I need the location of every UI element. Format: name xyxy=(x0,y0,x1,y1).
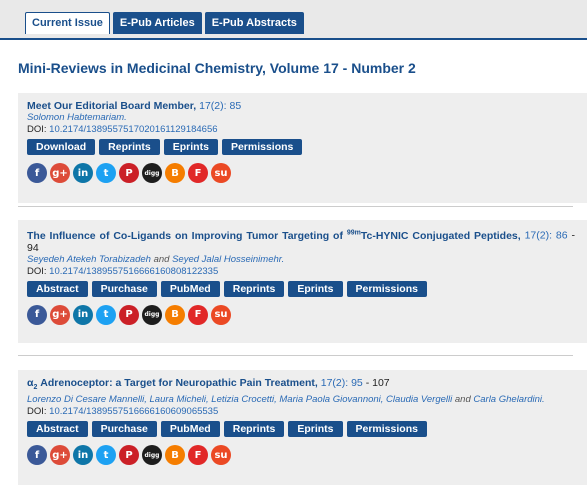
permissions-button[interactable]: Permissions xyxy=(221,139,303,155)
article-authors: Seyedeh Atekeh Torabizadeh and Seyed Jal… xyxy=(27,254,575,266)
author-conjunction: and xyxy=(150,253,173,265)
pinterest-icon[interactable]: P xyxy=(119,304,139,325)
facebook-icon[interactable]: f xyxy=(27,163,47,183)
author-link[interactable]: Carla Ghelardini. xyxy=(473,394,544,405)
article-title-text[interactable]: α2 Adrenoceptor: a Target for Neuropathi… xyxy=(27,377,318,391)
article-volume[interactable]: 17(2): xyxy=(199,100,226,112)
blogger-icon[interactable]: B xyxy=(165,163,185,183)
tab-epub-abstracts[interactable]: E-Pub Abstracts xyxy=(204,12,304,34)
social-share-bar: f g+ in t Pdigg B Fsu xyxy=(27,445,587,466)
tab-current-issue[interactable]: Current Issue xyxy=(25,12,110,34)
tab-bar: Current Issue E-Pub Articles E-Pub Abstr… xyxy=(25,12,304,34)
purchase-button[interactable]: Purchase xyxy=(91,421,157,438)
article-doi: DOI: 10.2174/1389557516666160808122335 xyxy=(27,266,587,278)
purchase-button[interactable]: Purchase xyxy=(91,280,157,297)
article-title: The Influence of Co-Ligands on Improving… xyxy=(27,220,575,254)
article-actions: Abstract Purchase PubMed Reprints Eprint… xyxy=(27,421,587,438)
article-volume[interactable]: 17(2): xyxy=(321,377,348,389)
article-title-text[interactable]: Meet Our Editorial Board Member, xyxy=(27,100,196,112)
doi-link[interactable]: 10.2174/1389557516666160808122335 xyxy=(49,266,218,277)
article-pages[interactable]: 86 xyxy=(556,230,568,242)
flipboard-icon[interactable]: F xyxy=(188,304,208,325)
doi-label: DOI: xyxy=(27,265,47,277)
article-card: Meet Our Editorial Board Member, 17(2): … xyxy=(18,93,587,203)
doi-link[interactable]: 10.2174/1389557516666160609065535 xyxy=(49,406,218,417)
tab-epub-articles[interactable]: E-Pub Articles xyxy=(112,12,202,34)
flipboard-icon[interactable]: F xyxy=(188,163,208,183)
article-actions: Download Reprints Eprints Permissions xyxy=(27,139,587,155)
article-title: α2 Adrenoceptor: a Target for Neuropathi… xyxy=(27,370,575,394)
digg-icon[interactable]: digg xyxy=(142,163,162,183)
blogger-icon[interactable]: B xyxy=(165,304,185,325)
permissions-button[interactable]: Permissions xyxy=(346,421,427,438)
digg-icon[interactable]: digg xyxy=(142,304,162,325)
googleplus-icon[interactable]: g+ xyxy=(50,163,70,183)
article-title: Meet Our Editorial Board Member, 17(2): … xyxy=(27,93,575,112)
article-volume[interactable]: 17(2): xyxy=(525,230,552,242)
reprints-button[interactable]: Reprints xyxy=(99,139,160,155)
linkedin-icon[interactable]: in xyxy=(73,304,93,325)
doi-link[interactable]: 10.2174/1389557517020161129184656 xyxy=(49,124,217,135)
article-doi: DOI: 10.2174/1389557517020161129184656 xyxy=(27,124,587,136)
eprints-button[interactable]: Eprints xyxy=(288,421,343,438)
reprints-button[interactable]: Reprints xyxy=(223,421,285,438)
author-link[interactable]: Seyedeh Atekeh Torabizadeh xyxy=(27,254,151,265)
issue-title: Mini-Reviews in Medicinal Chemistry, Vol… xyxy=(18,60,416,76)
divider xyxy=(18,355,573,356)
pubmed-button[interactable]: PubMed xyxy=(160,280,220,297)
googleplus-icon[interactable]: g+ xyxy=(50,445,70,466)
article-actions: Abstract Purchase PubMed Reprints Eprint… xyxy=(27,280,587,297)
facebook-icon[interactable]: f xyxy=(27,304,47,325)
divider xyxy=(18,206,573,207)
facebook-icon[interactable]: f xyxy=(27,445,47,466)
flipboard-icon[interactable]: F xyxy=(188,445,208,466)
linkedin-icon[interactable]: in xyxy=(73,445,93,466)
stumbleupon-icon[interactable]: su xyxy=(211,445,231,466)
article-pages[interactable]: 85 xyxy=(229,100,241,112)
permissions-button[interactable]: Permissions xyxy=(346,280,427,297)
reprints-button[interactable]: Reprints xyxy=(223,280,285,297)
article-pages-end: - 107 xyxy=(362,377,390,389)
twitter-icon[interactable]: t xyxy=(96,304,116,325)
doi-label: DOI: xyxy=(27,406,47,418)
author-conjunction: and xyxy=(452,394,474,406)
eprints-button[interactable]: Eprints xyxy=(163,139,218,155)
article-pages[interactable]: 95 xyxy=(351,377,363,389)
pubmed-button[interactable]: PubMed xyxy=(160,421,220,438)
abstract-button[interactable]: Abstract xyxy=(27,280,88,297)
article-authors[interactable]: Solomon Habtemariam. xyxy=(27,112,575,124)
author-link[interactable]: Seyed Jalal Hosseinimehr. xyxy=(172,254,284,265)
abstract-button[interactable]: Abstract xyxy=(27,421,88,438)
social-share-bar: f g+ in t Pdigg B Fsu xyxy=(27,163,587,183)
article-card: α2 Adrenoceptor: a Target for Neuropathi… xyxy=(18,370,587,485)
twitter-icon[interactable]: t xyxy=(96,163,116,183)
linkedin-icon[interactable]: in xyxy=(73,163,93,183)
digg-icon[interactable]: digg xyxy=(142,445,162,466)
pinterest-icon[interactable]: P xyxy=(119,163,139,183)
article-title-text[interactable]: The Influence of Co-Ligands on Improving… xyxy=(27,229,521,242)
article-card: The Influence of Co-Ligands on Improving… xyxy=(18,220,587,343)
googleplus-icon[interactable]: g+ xyxy=(50,304,70,325)
article-doi: DOI: 10.2174/1389557516666160609065535 xyxy=(27,406,587,418)
doi-label: DOI: xyxy=(27,124,47,135)
pinterest-icon[interactable]: P xyxy=(119,445,139,466)
content-panel: Mini-Reviews in Medicinal Chemistry, Vol… xyxy=(0,38,587,485)
stumbleupon-icon[interactable]: su xyxy=(211,304,231,325)
article-authors: Lorenzo Di Cesare Mannelli, Laura Michel… xyxy=(27,394,575,406)
stumbleupon-icon[interactable]: su xyxy=(211,163,231,183)
author-link[interactable]: Lorenzo Di Cesare Mannelli, Laura Michel… xyxy=(27,394,452,405)
blogger-icon[interactable]: B xyxy=(165,445,185,466)
twitter-icon[interactable]: t xyxy=(96,445,116,466)
top-bar: Current Issue E-Pub Articles E-Pub Abstr… xyxy=(0,0,587,38)
download-button[interactable]: Download xyxy=(27,139,96,155)
eprints-button[interactable]: Eprints xyxy=(288,280,343,297)
social-share-bar: f g+ in t Pdigg B Fsu xyxy=(27,304,587,325)
